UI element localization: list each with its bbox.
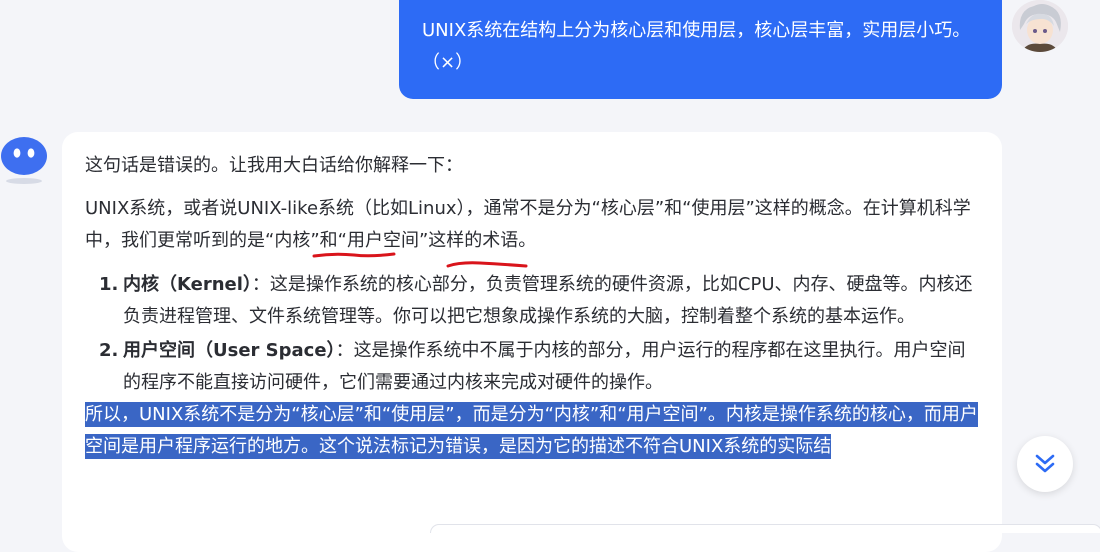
assistant-message-bubble: 这句话是错误的。让我用大白话给你解释一下： UNIX系统，或者说UNIX-lik… <box>62 132 1002 552</box>
double-chevron-down-icon <box>1035 454 1055 473</box>
list-item-number: 2. <box>99 340 119 361</box>
assistant-paragraph: UNIX系统，或者说UNIX-like系统（比如Linux），通常不是分为“核心… <box>85 198 971 251</box>
selected-text: 所以，UNIX系统不是分为“核心层”和“使用层”，而是分为“内核”和“用户空间”… <box>85 402 978 459</box>
term-list: 1. 内核（Kernel）：这是操作系统的核心部分，负责管理系统的硬件资源，比如… <box>85 269 978 399</box>
assistant-intro: 这句话是错误的。让我用大白话给你解释一下： <box>85 155 463 176</box>
list-item-separator: ： <box>251 274 270 295</box>
user-avatar-image <box>1012 0 1068 52</box>
user-message-text: UNIX系统在结构上分为核心层和使用层，核心层丰富，实用层小巧。（×） <box>422 20 971 73</box>
list-item-separator: ： <box>335 340 354 361</box>
list-item-number: 1. <box>99 274 119 295</box>
bot-face-icon <box>1 137 47 184</box>
conclusion-paragraph: 所以，UNIX系统不是分为“核心层”和“使用层”，而是分为“内核”和“用户空间”… <box>85 399 978 463</box>
scroll-to-bottom-button[interactable] <box>1017 436 1073 492</box>
user-message-bubble: UNIX系统在结构上分为核心层和使用层，核心层丰富，实用层小巧。（×） <box>399 0 1002 99</box>
list-item: 2. 用户空间（User Space）：这是操作系统中不属于内核的部分，用户运行… <box>85 335 978 399</box>
list-item-term: 用户空间（User Space） <box>123 340 336 361</box>
list-item: 1. 内核（Kernel）：这是操作系统的核心部分，负责管理系统的硬件资源，比如… <box>85 269 978 333</box>
list-item-term: 内核（Kernel） <box>123 274 252 295</box>
bot-avatar <box>0 136 48 184</box>
user-avatar[interactable] <box>1012 0 1068 52</box>
